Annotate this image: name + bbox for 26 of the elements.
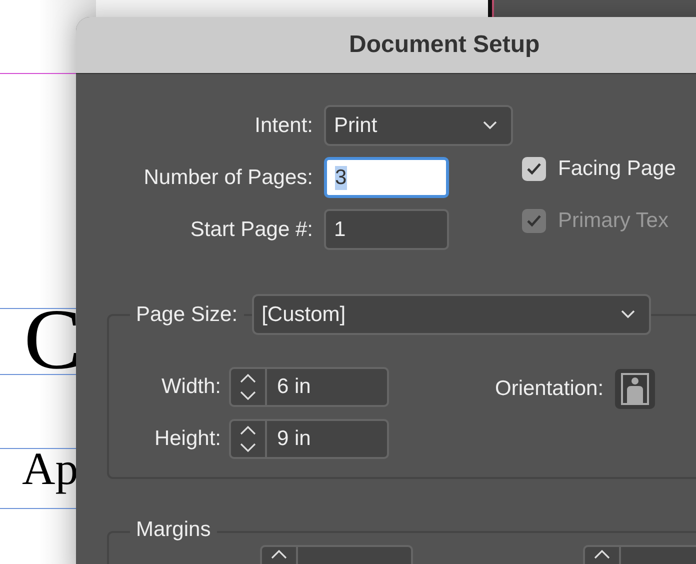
chevron-down-icon (483, 121, 497, 130)
portrait-button[interactable] (614, 369, 655, 409)
group-label: Page Size: (130, 302, 244, 326)
spinner-field[interactable]: 6 in (229, 367, 389, 407)
intent-dropdown[interactable]: Print (324, 105, 513, 146)
chevron-down-icon (620, 310, 635, 319)
checkbox-label: Facing Page (558, 157, 676, 181)
document-heading: C (24, 296, 82, 382)
stepper-icon (239, 372, 257, 402)
field-label: Intent: (254, 114, 313, 138)
group-label: Margins (130, 518, 217, 542)
page-size-dropdown[interactable]: [Custom] (252, 294, 651, 335)
field-label: Start Page #: (189, 218, 313, 242)
field-label: Number of Pages: (142, 166, 313, 190)
checkbox[interactable] (522, 157, 546, 181)
checkbox-label: Primary Tex (558, 209, 668, 233)
window-title: Document Setup (349, 31, 540, 59)
orientation-label: Orientation: (495, 377, 604, 401)
input-field[interactable]: 1 (324, 209, 449, 250)
portrait-icon (620, 373, 650, 405)
spinner-field[interactable]: 9 in (229, 419, 389, 459)
stepper-icon (239, 424, 257, 454)
field-label: Height: (153, 427, 221, 451)
input-field[interactable]: 3 (324, 157, 449, 198)
document-text: Ap (22, 446, 78, 492)
field-label: Width: (160, 375, 221, 399)
